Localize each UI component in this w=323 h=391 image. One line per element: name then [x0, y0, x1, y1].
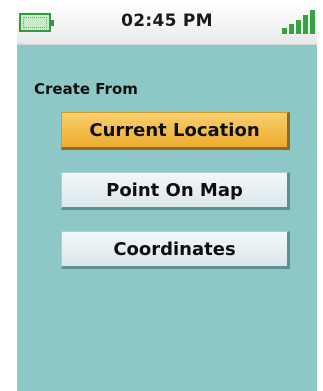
coordinates-button[interactable]: Coordinates — [61, 231, 290, 269]
status-time: 02:45 PM — [121, 11, 213, 31]
signal-bar-4 — [303, 15, 308, 34]
signal-strength-icon — [281, 10, 317, 34]
signal-bar-3 — [296, 20, 301, 34]
point-on-map-button[interactable]: Point On Map — [61, 172, 290, 210]
device-screen: 02:45 PM Create From Current Location Po… — [17, 0, 317, 391]
current-location-button[interactable]: Current Location — [61, 112, 290, 150]
signal-bar-2 — [289, 24, 294, 34]
status-bar: 02:45 PM — [17, 0, 317, 45]
signal-bar-1 — [282, 28, 287, 34]
signal-bar-5 — [310, 10, 315, 34]
create-from-label: Create From — [34, 80, 138, 98]
